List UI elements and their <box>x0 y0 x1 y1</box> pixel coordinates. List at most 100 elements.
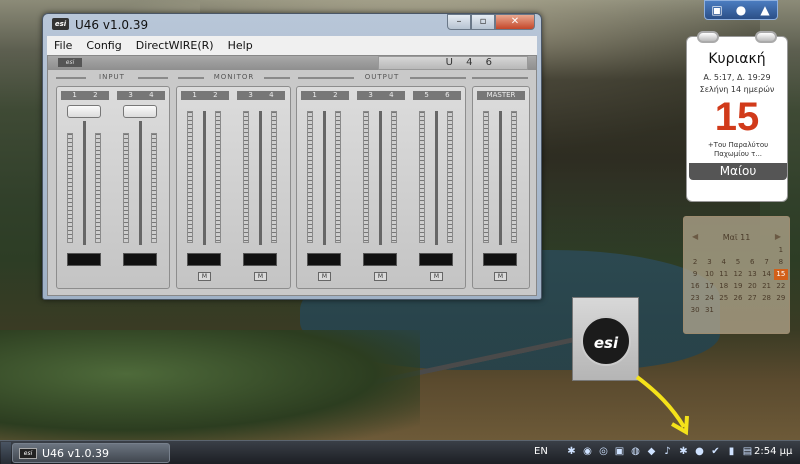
mute-button[interactable]: M <box>254 272 267 281</box>
calendar-day[interactable]: 18 <box>717 281 731 292</box>
calendar-day[interactable]: 29 <box>774 293 788 304</box>
mute-button[interactable]: M <box>374 272 387 281</box>
network-icon[interactable]: ◉ <box>581 444 594 459</box>
calendar-day[interactable]: 24 <box>702 293 716 304</box>
master-channel: MASTER M <box>475 91 527 283</box>
calendar-day <box>717 305 731 316</box>
calendar-day[interactable]: 15 <box>773 269 788 280</box>
maximize-button[interactable]: ▫ <box>471 14 495 30</box>
fader[interactable] <box>139 121 142 245</box>
level-meter <box>447 111 453 243</box>
calendar-day[interactable]: 6 <box>745 257 759 268</box>
shield-icon[interactable]: ◆ <box>645 444 658 459</box>
title-bar[interactable]: esi U46 v1.0.39 – ▫ ✕ <box>43 14 541 36</box>
menu-file[interactable]: File <box>47 39 79 52</box>
start-button[interactable] <box>1 442 11 464</box>
calendar-day[interactable]: 28 <box>759 293 773 304</box>
calendar-day[interactable]: 7 <box>759 257 773 268</box>
input-select-button[interactable] <box>67 105 101 118</box>
calendar-day[interactable]: 30 <box>688 305 702 316</box>
calendar-day[interactable]: 14 <box>759 269 773 280</box>
calendar-day[interactable]: 12 <box>731 269 745 280</box>
minimize-button[interactable]: – <box>447 14 471 30</box>
connection-icon[interactable]: ▤ <box>741 444 754 459</box>
level-readout <box>243 253 277 266</box>
fader[interactable] <box>83 121 86 245</box>
triangle-icon[interactable]: ▲ <box>757 2 773 18</box>
mute-button[interactable]: M <box>318 272 331 281</box>
calendar-day[interactable]: 26 <box>731 293 745 304</box>
calendar-day <box>745 245 759 256</box>
taskbar-item-u46[interactable]: esi U46 v1.0.39 <box>12 443 170 463</box>
calendar-day <box>688 245 702 256</box>
fader[interactable] <box>379 111 382 245</box>
level-readout <box>363 253 397 266</box>
next-month-icon[interactable]: ▶ <box>775 232 781 241</box>
globe-icon[interactable]: ● <box>733 2 749 18</box>
calendar-day[interactable]: 2 <box>688 257 702 268</box>
close-button[interactable]: ✕ <box>495 14 535 30</box>
language-indicator[interactable]: EN <box>534 446 548 457</box>
system-tray: ✱ ◉ ◎ ▣ ◍ ◆ ♪ ✱ ● ✔ ▮ ▤ <box>565 444 754 459</box>
add-gadget-icon[interactable]: ▣ <box>709 2 725 18</box>
power-icon[interactable]: ▮ <box>725 444 738 459</box>
calendar-day[interactable]: 9 <box>688 269 702 280</box>
level-meter <box>363 111 369 243</box>
sun-times: Α. 5:17, Δ. 19:29 <box>703 73 771 82</box>
level-readout <box>419 253 453 266</box>
level-meter <box>95 133 101 243</box>
fader[interactable] <box>323 111 326 245</box>
calendar-day[interactable]: 1 <box>774 245 788 256</box>
level-readout <box>307 253 341 266</box>
sync-icon[interactable]: ◍ <box>629 444 642 459</box>
calendar-day[interactable]: 5 <box>731 257 745 268</box>
sidebar-gadget-controls: ▣ ● ▲ <box>704 0 778 20</box>
mini-calendar-month: Μαϊ 11 <box>722 233 751 242</box>
calendar-day[interactable]: 23 <box>688 293 702 304</box>
calendar-day[interactable]: 31 <box>702 305 716 316</box>
calendar-day[interactable]: 16 <box>688 281 702 292</box>
calendar-day[interactable]: 17 <box>702 281 716 292</box>
calendar-day[interactable]: 8 <box>774 257 788 268</box>
fader[interactable] <box>259 111 262 245</box>
esi-tray-icon[interactable]: ● <box>693 444 706 459</box>
calendar-day[interactable]: 4 <box>717 257 731 268</box>
calendar-day[interactable]: 13 <box>745 269 759 280</box>
mute-button[interactable]: M <box>430 272 443 281</box>
bluetooth-icon[interactable]: ✱ <box>565 444 578 459</box>
level-meter <box>271 111 277 243</box>
clock[interactable]: 2:54 μμ <box>754 446 792 457</box>
update-icon[interactable]: ◎ <box>597 444 610 459</box>
volume-icon[interactable]: ♪ <box>661 444 674 459</box>
calendar-day[interactable]: 27 <box>745 293 759 304</box>
fader[interactable] <box>435 111 438 245</box>
input-select-button[interactable] <box>123 105 157 118</box>
moon-phase: Σελήνη 14 ημερών <box>699 85 775 94</box>
fader[interactable] <box>499 111 502 245</box>
safely-remove-icon[interactable]: ✔ <box>709 444 722 459</box>
menu-config[interactable]: Config <box>79 39 128 52</box>
calendar-day[interactable]: 22 <box>774 281 788 292</box>
calendar-day[interactable]: 19 <box>731 281 745 292</box>
menu-help[interactable]: Help <box>221 39 260 52</box>
esi-tray-popup[interactable]: esi <box>572 297 639 381</box>
calendar-day[interactable]: 11 <box>717 269 731 280</box>
mute-button[interactable]: M <box>494 272 507 281</box>
calendar-day <box>731 305 745 316</box>
fader[interactable] <box>203 111 206 245</box>
menu-directwire[interactable]: DirectWIRE(R) <box>129 39 221 52</box>
bluetooth-icon[interactable]: ✱ <box>677 444 690 459</box>
calendar-day[interactable]: 10 <box>702 269 716 280</box>
calendar-day[interactable]: 21 <box>759 281 773 292</box>
calendar-day[interactable]: 25 <box>717 293 731 304</box>
input-group: 1 2 3 4 <box>56 86 170 289</box>
calendar-day[interactable]: 20 <box>745 281 759 292</box>
mute-button[interactable]: M <box>198 272 211 281</box>
calendar-gadget[interactable]: Κυριακή Α. 5:17, Δ. 19:29 Σελήνη 14 ημερ… <box>686 31 788 202</box>
esi-logo-icon: esi <box>19 448 37 459</box>
calendar-day <box>702 245 716 256</box>
antivirus-icon[interactable]: ▣ <box>613 444 626 459</box>
mixer-header: esi U 4 6 <box>48 56 536 70</box>
monitor-group: 1 2 M 3 4 M <box>176 86 291 289</box>
calendar-day[interactable]: 3 <box>702 257 716 268</box>
